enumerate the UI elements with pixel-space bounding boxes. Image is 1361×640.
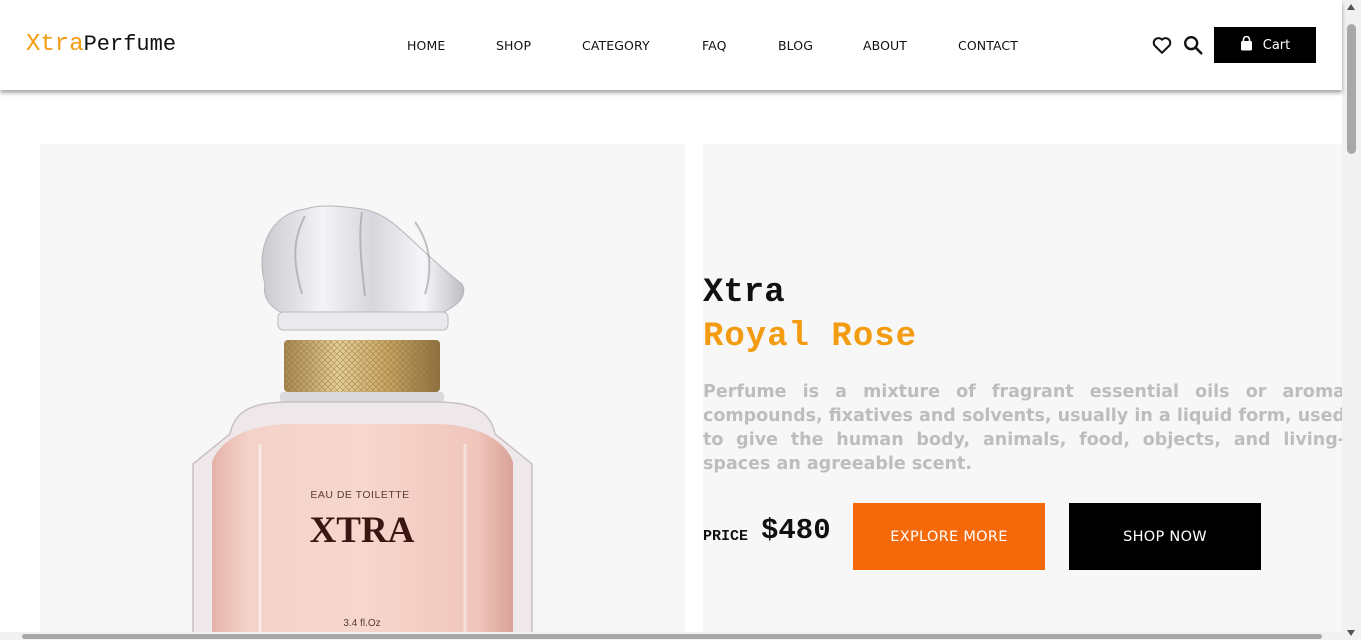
price-label: PRICE bbox=[703, 528, 749, 545]
nav-category[interactable]: CATEGORY bbox=[582, 38, 650, 53]
bottle-volume: 3.4 fl.Oz bbox=[343, 618, 380, 629]
nav-home[interactable]: HOME bbox=[407, 38, 445, 53]
horizontal-scroll-thumb[interactable] bbox=[22, 634, 1322, 639]
logo-text-perfume: Perfume bbox=[83, 32, 177, 57]
product-info-panel: Xtra Royal Rose Perfume is a mixture of … bbox=[703, 144, 1342, 640]
shopping-bag-icon bbox=[1240, 35, 1253, 55]
vertical-scroll-thumb[interactable] bbox=[1347, 24, 1356, 154]
cart-button[interactable]: Cart bbox=[1214, 27, 1316, 63]
explore-more-button[interactable]: EXPLORE MORE bbox=[853, 503, 1045, 570]
vertical-scrollbar[interactable] bbox=[1342, 0, 1361, 640]
nav-about[interactable]: ABOUT bbox=[863, 38, 907, 53]
nav-blog[interactable]: BLOG bbox=[778, 38, 813, 53]
site-header: XtraPerfume HOME SHOP CATEGORY FAQ BLOG … bbox=[0, 0, 1342, 90]
product-image-panel: EAU DE TOILETTE XTRA 3.4 fl.Oz bbox=[40, 144, 685, 640]
product-title-line1: Xtra bbox=[703, 274, 785, 312]
horizontal-scrollbar[interactable] bbox=[0, 632, 1342, 640]
product-title-line2: Royal Rose bbox=[703, 318, 918, 356]
site-logo[interactable]: XtraPerfume bbox=[26, 31, 176, 58]
scroll-down-icon[interactable] bbox=[1347, 630, 1355, 636]
shop-now-button[interactable]: SHOP NOW bbox=[1069, 503, 1261, 570]
bottle-brand: XTRA bbox=[310, 510, 415, 551]
nav-contact[interactable]: CONTACT bbox=[958, 38, 1018, 53]
perfume-bottle-image: EAU DE TOILETTE XTRA 3.4 fl.Oz bbox=[192, 205, 533, 640]
logo-text-xtra: Xtra bbox=[26, 31, 84, 58]
nav-faq[interactable]: FAQ bbox=[702, 38, 727, 53]
product-description: Perfume is a mixture of fragrant essenti… bbox=[703, 382, 1342, 474]
nav-shop[interactable]: SHOP bbox=[496, 38, 531, 53]
cart-label: Cart bbox=[1262, 37, 1291, 53]
price-value: $480 bbox=[761, 514, 831, 547]
search-icon[interactable] bbox=[1182, 34, 1204, 56]
scroll-up-icon[interactable] bbox=[1347, 4, 1355, 10]
heart-icon[interactable] bbox=[1151, 34, 1173, 56]
bottle-label-top: EAU DE TOILETTE bbox=[310, 489, 409, 501]
